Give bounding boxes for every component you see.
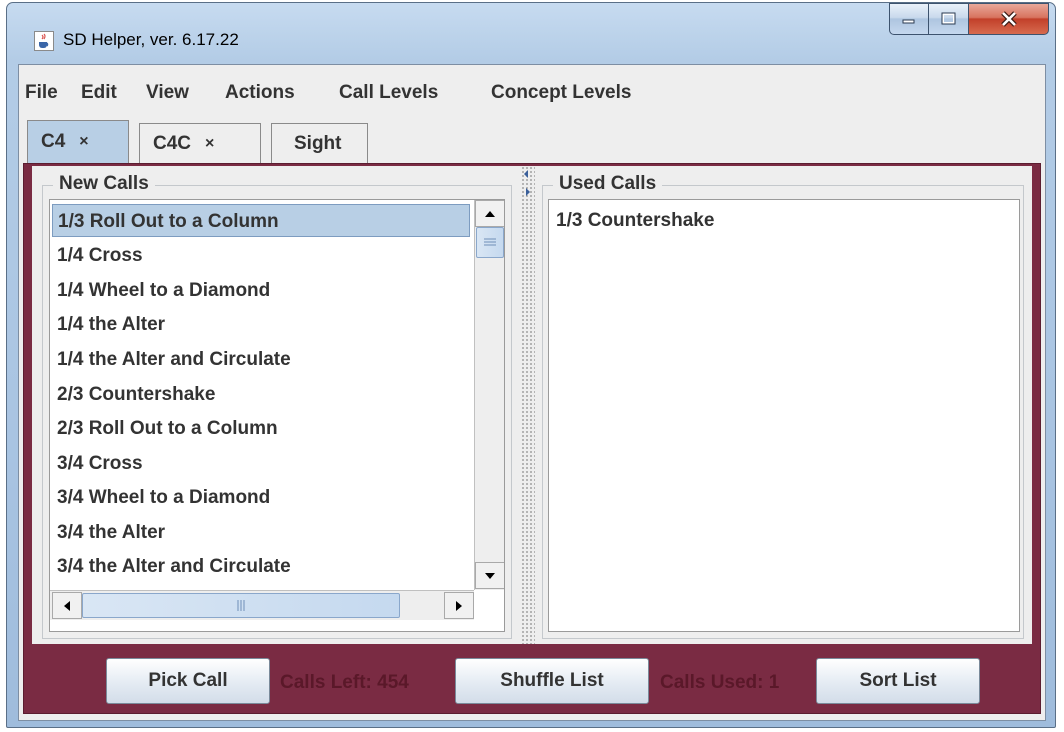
pick-call-button[interactable]: Pick Call <box>106 658 270 704</box>
maximize-icon <box>941 12 955 25</box>
list-item[interactable]: 3/4 Cross <box>52 447 470 480</box>
list-item[interactable]: 1/4 Cross <box>52 239 470 272</box>
menu-actions[interactable]: Actions <box>225 82 295 104</box>
shuffle-list-button[interactable]: Shuffle List <box>455 658 649 704</box>
used-calls-group: Used Calls 1/3 Countershake <box>542 173 1024 639</box>
list-item[interactable]: 1/4 Wheel to a Diamond <box>52 274 470 307</box>
menu-edit[interactable]: Edit <box>81 82 117 104</box>
minimize-button[interactable] <box>889 3 929 35</box>
list-item[interactable]: 1/4 the Alter and Circulate <box>52 343 470 376</box>
client-area: File Edit View Actions Call Levels Conce… <box>18 64 1046 721</box>
grip-icon <box>237 600 245 611</box>
close-button[interactable] <box>969 3 1049 35</box>
tab-sight[interactable]: Sight <box>271 123 368 163</box>
scroll-left-button[interactable] <box>52 592 82 619</box>
menu-concept-levels[interactable]: Concept Levels <box>491 82 631 104</box>
tab-c4c-close-icon[interactable]: × <box>205 135 214 153</box>
page: { "window": { "title": "SD Helper, ver. … <box>0 0 1064 732</box>
calls-left-label: Calls Left: 454 <box>280 672 409 693</box>
new-calls-title: New Calls <box>53 173 155 195</box>
scroll-right-button[interactable] <box>444 592 474 619</box>
tab-c4-label: C4 <box>41 131 66 152</box>
used-calls-list[interactable]: 1/3 Countershake <box>548 199 1020 632</box>
list-item[interactable]: 3/4 the Alter and Circulate <box>52 550 470 583</box>
title-bar[interactable]: SD Helper, ver. 6.17.22 <box>7 3 1055 63</box>
close-icon <box>1000 11 1017 27</box>
scroll-down-button[interactable] <box>475 562 504 589</box>
arrow-up-icon <box>485 210 495 217</box>
scroll-up-button[interactable] <box>475 200 504 227</box>
split-pane: New Calls 1/3 Roll Out to a Column 1/4 C… <box>32 166 1032 644</box>
list-item[interactable]: 2/3 Countershake <box>52 378 470 411</box>
split-divider[interactable] <box>521 166 535 644</box>
tab-c4-close-icon[interactable]: × <box>79 133 88 151</box>
list-item[interactable]: 1/3 Roll Out to a Column <box>52 204 470 237</box>
minimize-icon <box>902 19 915 24</box>
window-title: SD Helper, ver. 6.17.22 <box>63 30 239 49</box>
maximize-button[interactable] <box>929 3 969 35</box>
menu-view[interactable]: View <box>146 82 189 104</box>
tab-c4c-label: C4C <box>153 132 192 154</box>
tab-c4[interactable]: C4 × <box>27 120 129 163</box>
list-item[interactable]: 3/4 Wheel to a Diamond <box>52 481 470 514</box>
java-cup-icon[interactable] <box>34 31 54 51</box>
new-calls-group: New Calls 1/3 Roll Out to a Column 1/4 C… <box>42 173 512 639</box>
arrow-left-icon <box>64 600 70 611</box>
caption-buttons <box>889 3 1049 37</box>
used-calls-title: Used Calls <box>553 173 663 195</box>
app-window: SD Helper, ver. 6.17.22 File Edit View A… <box>6 2 1056 728</box>
menu-call-levels[interactable]: Call Levels <box>339 82 438 104</box>
arrow-down-icon <box>485 572 495 579</box>
menu-file[interactable]: File <box>25 82 58 104</box>
list-item[interactable]: 3/4 the Alter <box>52 516 470 549</box>
list-item[interactable]: 1/3 Countershake <box>551 204 1011 237</box>
horizontal-scroll-thumb[interactable] <box>82 593 400 618</box>
tab-strip: C4 × C4C × Sight <box>19 117 1045 163</box>
collapse-arrows-icon[interactable] <box>521 166 535 206</box>
arrow-right-icon <box>456 600 462 611</box>
list-item[interactable]: 2/3 Roll Out to a Column <box>52 412 470 445</box>
new-calls-list[interactable]: 1/3 Roll Out to a Column 1/4 Cross 1/4 W… <box>49 199 505 632</box>
horizontal-scrollbar[interactable] <box>50 590 474 620</box>
sort-list-button[interactable]: Sort List <box>816 658 980 704</box>
tab-sight-label: Sight <box>294 132 342 154</box>
list-item[interactable]: 1/4 the Alter <box>52 308 470 341</box>
menu-bar: File Edit View Actions Call Levels Conce… <box>19 65 1045 117</box>
calls-used-label: Calls Used: 1 <box>660 672 780 693</box>
grip-icon <box>484 238 496 246</box>
vertical-scrollbar[interactable] <box>474 200 504 590</box>
content-panel: New Calls 1/3 Roll Out to a Column 1/4 C… <box>23 163 1041 714</box>
vertical-scroll-thumb[interactable] <box>476 227 504 258</box>
tab-c4c[interactable]: C4C × <box>139 123 261 163</box>
